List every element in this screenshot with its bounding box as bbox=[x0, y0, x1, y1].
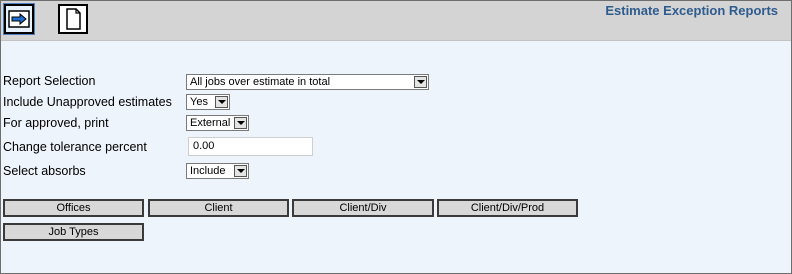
new-report-button[interactable] bbox=[58, 4, 88, 34]
select-absorbs-label: Select absorbs bbox=[3, 164, 86, 178]
select-absorbs-dropdown[interactable]: Include bbox=[186, 163, 249, 179]
report-selection-label: Report Selection bbox=[3, 74, 96, 88]
chevron-down-icon[interactable] bbox=[234, 165, 247, 177]
include-unapproved-dropdown[interactable]: Yes bbox=[186, 94, 230, 110]
include-unapproved-label: Include Unapproved estimates bbox=[3, 95, 172, 109]
report-selection-value: All jobs over estimate in total bbox=[190, 76, 331, 88]
change-tolerance-label: Change tolerance percent bbox=[3, 140, 147, 154]
change-tolerance-input[interactable]: 0.00 bbox=[188, 137, 313, 156]
select-absorbs-value: Include bbox=[190, 165, 226, 177]
client-button[interactable]: Client bbox=[148, 199, 289, 217]
report-window: Estimate Exception Reports Report Select… bbox=[0, 0, 792, 274]
toolbar: Estimate Exception Reports bbox=[1, 1, 791, 41]
offices-button[interactable]: Offices bbox=[3, 199, 144, 217]
report-selection-dropdown[interactable]: All jobs over estimate in total bbox=[186, 74, 429, 90]
client-div-button[interactable]: Client/Div bbox=[292, 199, 434, 217]
document-icon bbox=[66, 8, 81, 30]
chevron-down-icon[interactable] bbox=[414, 76, 427, 88]
for-approved-print-label: For approved, print bbox=[3, 116, 109, 130]
chevron-down-icon[interactable] bbox=[234, 117, 247, 129]
arrow-right-icon bbox=[8, 10, 30, 28]
chevron-down-icon[interactable] bbox=[215, 96, 228, 108]
job-types-button[interactable]: Job Types bbox=[3, 223, 144, 241]
client-div-prod-button[interactable]: Client/Div/Prod bbox=[437, 199, 578, 217]
for-approved-print-dropdown[interactable]: External bbox=[186, 115, 249, 131]
for-approved-print-value: External bbox=[190, 117, 231, 129]
run-report-button[interactable] bbox=[3, 3, 35, 35]
page-title: Estimate Exception Reports bbox=[605, 3, 778, 18]
include-unapproved-value: Yes bbox=[190, 96, 208, 108]
